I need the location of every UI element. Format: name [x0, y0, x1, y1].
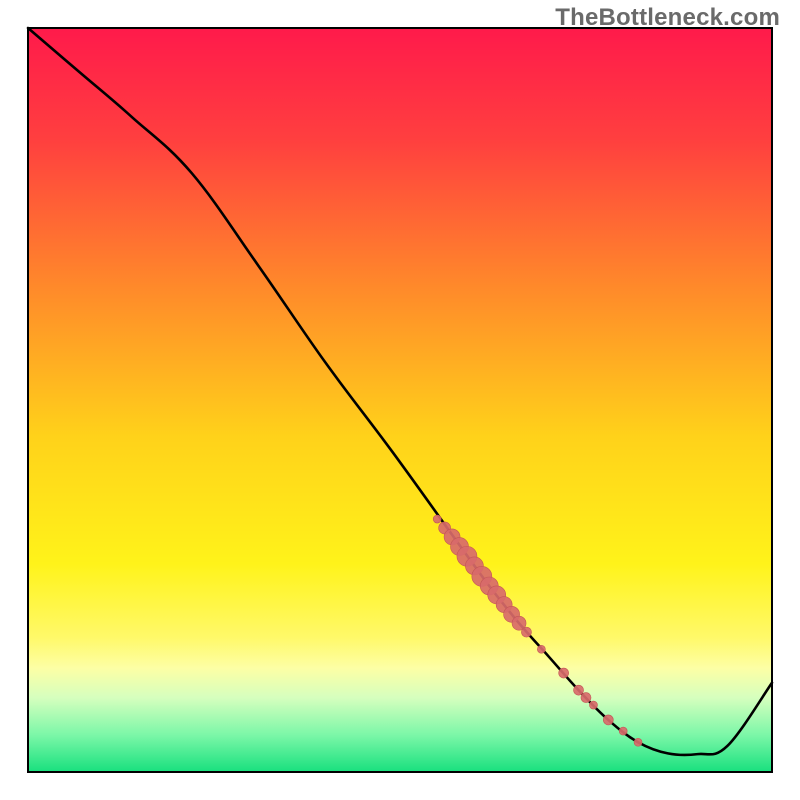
- watermark-label: TheBottleneck.com: [555, 4, 780, 32]
- scatter-point: [559, 668, 569, 678]
- plot-background: [28, 28, 772, 772]
- scatter-point: [619, 727, 627, 735]
- chart-stage: TheBottleneck.com: [0, 0, 800, 800]
- scatter-point: [589, 701, 597, 709]
- scatter-point: [581, 693, 591, 703]
- scatter-point: [537, 645, 545, 653]
- scatter-point: [634, 738, 642, 746]
- scatter-point: [603, 715, 613, 725]
- scatter-point: [433, 515, 441, 523]
- scatter-point: [574, 685, 584, 695]
- scatter-point: [521, 627, 531, 637]
- chart-svg: [0, 0, 800, 800]
